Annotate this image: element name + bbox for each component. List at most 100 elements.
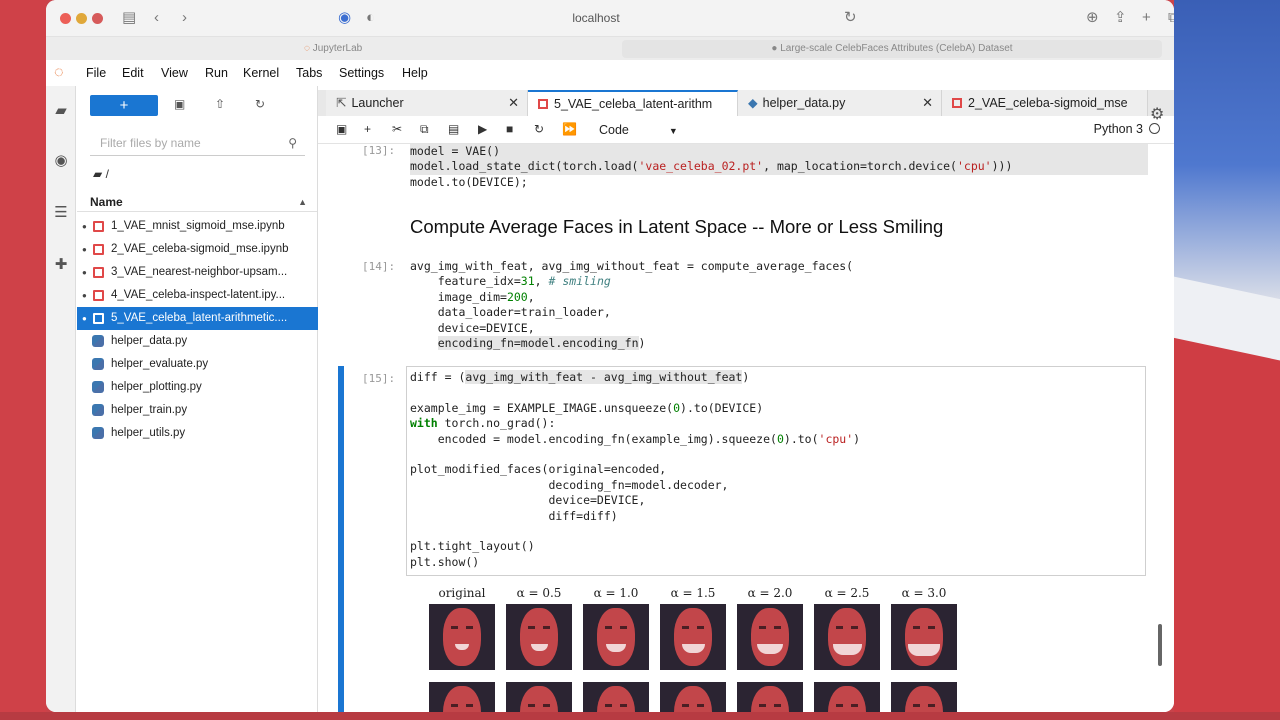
- close-window-button[interactable]: [60, 13, 71, 24]
- tab-notebook-active[interactable]: 5_VAE_celeba_latent-arithm: [528, 90, 738, 116]
- notebook-icon: [93, 267, 104, 278]
- save-icon[interactable]: ▣: [336, 122, 347, 136]
- cell-prompt: [14]:: [362, 260, 396, 273]
- browser-tab-strip: ◌ JupyterLab ● Large-scale CelebFaces At…: [46, 36, 1174, 60]
- file-item-selected[interactable]: ● 5_VAE_celeba_latent-arithmetic....: [77, 307, 318, 330]
- face-image: [891, 604, 957, 670]
- share-icon[interactable]: ⇪: [1114, 8, 1127, 28]
- file-item[interactable]: ● 4_VAE_celeba-inspect-latent.ipy...: [77, 284, 318, 307]
- tab-helper-data[interactable]: ◆ helper_data.py ✕: [738, 90, 942, 116]
- stop-icon[interactable]: ■: [506, 122, 513, 136]
- extensions-puzzle-icon[interactable]: ✚: [52, 256, 70, 274]
- downloads-icon[interactable]: ⊕: [1086, 8, 1099, 28]
- face-image: [429, 604, 495, 670]
- file-filter-input[interactable]: Filter files by name ⚲: [90, 130, 305, 156]
- file-item[interactable]: helper_data.py: [77, 330, 318, 353]
- face-image: [429, 682, 495, 712]
- cut-icon[interactable]: ✂: [392, 122, 402, 136]
- kernel-idle-icon: [1149, 123, 1160, 134]
- launcher-icon: ⇱: [336, 96, 347, 110]
- browser-window: ▤ ‹ › ◉ ◐ localhost ↻ ⊕ ⇪ + ⧉ ◌ JupyterL…: [46, 0, 1174, 712]
- menu-kernel[interactable]: Kernel: [243, 66, 279, 80]
- markdown-heading[interactable]: Compute Average Faces in Latent Space --…: [410, 216, 943, 238]
- new-tab-icon[interactable]: +: [1142, 8, 1151, 28]
- file-item[interactable]: helper_evaluate.py: [77, 353, 318, 376]
- notebook-icon: [952, 98, 962, 108]
- run-icon[interactable]: ▶: [478, 122, 487, 136]
- column-header-name[interactable]: Name ▲: [77, 192, 317, 212]
- python-file-icon: [92, 381, 104, 393]
- reload-icon[interactable]: ↻: [844, 8, 857, 28]
- back-icon[interactable]: ‹: [154, 8, 159, 28]
- face-image: [814, 604, 880, 670]
- menu-view[interactable]: View: [161, 66, 188, 80]
- search-icon: ⚲: [288, 136, 297, 150]
- tab-overview-icon[interactable]: ⧉: [1168, 8, 1174, 28]
- face-label: α = 0.5: [516, 586, 562, 600]
- sidebar-toggle-icon[interactable]: ▤: [122, 8, 136, 28]
- copy-icon[interactable]: ⧉: [420, 122, 429, 137]
- main-area: ⇱ Launcher ✕ 5_VAE_celeba_latent-arithm ◆…: [318, 86, 1174, 712]
- kernel-status[interactable]: Python 3: [1094, 122, 1160, 136]
- menu-file[interactable]: File: [86, 66, 106, 80]
- face-image: [814, 682, 880, 712]
- browser-tab-celeba[interactable]: ● Large-scale CelebFaces Attributes (Cel…: [622, 40, 1162, 58]
- notebook-icon: [93, 290, 104, 301]
- tab-launcher[interactable]: ⇱ Launcher ✕: [326, 90, 528, 116]
- file-item[interactable]: ● 2_VAE_celeba-sigmoid_mse.ipynb: [77, 238, 318, 261]
- face-image: [891, 682, 957, 712]
- address-bar[interactable]: localhost: [336, 8, 856, 28]
- menu-tabs[interactable]: Tabs: [296, 66, 322, 80]
- running-dot-icon: ●: [82, 222, 87, 231]
- output-scrollbar[interactable]: [1158, 624, 1162, 666]
- menu-help[interactable]: Help: [402, 66, 428, 80]
- face-image: [506, 604, 572, 670]
- menu-settings[interactable]: Settings: [339, 66, 384, 80]
- folder-icon[interactable]: ▰: [52, 102, 70, 120]
- minimize-window-button[interactable]: [76, 13, 87, 24]
- browser-tab-jupyterlab[interactable]: ◌ JupyterLab: [304, 40, 362, 58]
- cell-type-select[interactable]: Code ▼: [599, 123, 678, 137]
- notebook-icon: [93, 221, 104, 232]
- python-file-icon: [92, 404, 104, 416]
- close-tab-icon[interactable]: ✕: [922, 90, 933, 116]
- commands-list-icon[interactable]: ☰: [52, 204, 70, 222]
- face-image: [506, 682, 572, 712]
- file-item[interactable]: helper_train.py: [77, 399, 318, 422]
- upload-icon[interactable]: ⇧: [215, 97, 225, 111]
- zoom-window-button[interactable]: [92, 13, 103, 24]
- insert-cell-icon[interactable]: +: [364, 122, 371, 136]
- new-folder-icon[interactable]: ▣: [174, 97, 185, 111]
- restart-run-all-icon[interactable]: ⏩: [562, 122, 577, 136]
- paste-icon[interactable]: ▤: [448, 122, 459, 136]
- running-kernels-icon[interactable]: ◉: [52, 152, 70, 170]
- running-dot-icon: ●: [82, 268, 87, 277]
- tab-notebook-2[interactable]: 2_VAE_celeba-sigmoid_mse: [942, 90, 1148, 116]
- forward-icon[interactable]: ›: [182, 8, 187, 28]
- sort-caret-icon: ▲: [298, 197, 307, 207]
- face-label: α = 2.5: [824, 586, 870, 600]
- file-item[interactable]: ● 1_VAE_mnist_sigmoid_mse.ipynb: [77, 215, 318, 238]
- python-file-icon: [92, 358, 104, 370]
- code-cell-15[interactable]: diff = (avg_img_with_feat - avg_img_with…: [410, 370, 1148, 570]
- menu-bar: ◌ File Edit View Run Kernel Tabs Setting…: [46, 60, 1174, 86]
- menu-run[interactable]: Run: [205, 66, 228, 80]
- code-cell-13[interactable]: model = VAE() model.load_state_dict(torc…: [410, 144, 1148, 190]
- notebook-toolbar: ▣ + ✂ ⧉ ▤ ▶ ■ ↻ ⏩ Code ▼ Python 3: [318, 116, 1174, 144]
- menu-edit[interactable]: Edit: [122, 66, 144, 80]
- close-tab-icon[interactable]: ✕: [508, 90, 519, 116]
- file-item[interactable]: helper_utils.py: [77, 422, 318, 445]
- code-cell-14[interactable]: avg_img_with_feat, avg_img_without_feat …: [410, 259, 1148, 351]
- browser-toolbar: ▤ ‹ › ◉ ◐ localhost ↻ ⊕ ⇪ + ⧉: [46, 0, 1174, 36]
- notebook-body[interactable]: [13]: model = VAE() model.load_state_dic…: [318, 144, 1174, 712]
- restart-icon[interactable]: ↻: [534, 122, 544, 136]
- refresh-icon[interactable]: ↻: [255, 97, 265, 111]
- face-image: [737, 604, 803, 670]
- file-item[interactable]: ● 3_VAE_nearest-neighbor-upsam...: [77, 261, 318, 284]
- breadcrumb[interactable]: ▰ /: [93, 167, 109, 181]
- jupyter-favicon-icon: ◌: [304, 43, 313, 54]
- file-item[interactable]: helper_plotting.py: [77, 376, 318, 399]
- face-image: [583, 604, 649, 670]
- new-launcher-button[interactable]: +: [90, 95, 158, 116]
- celeba-favicon-icon: ●: [771, 43, 781, 54]
